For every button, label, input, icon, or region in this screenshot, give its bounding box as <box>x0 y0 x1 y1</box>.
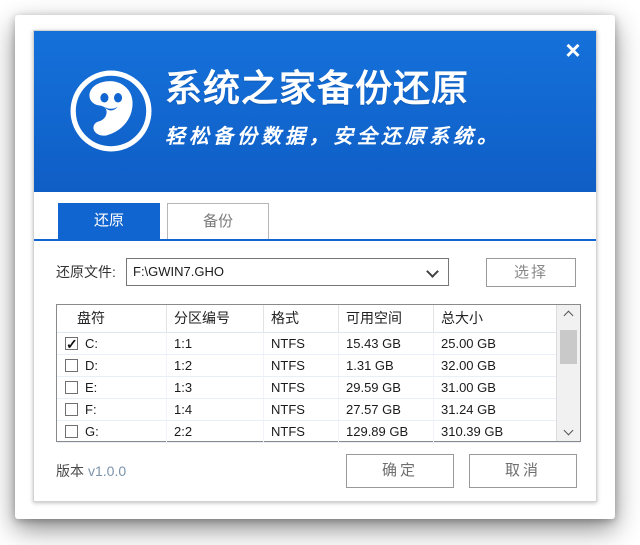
cell-free-space: 29.59 GB <box>339 377 434 398</box>
version-text: 版本v1.0.0 <box>56 454 126 488</box>
cell-drive: E: <box>85 377 97 398</box>
app-subtitle: 轻松备份数据，安全还原系统。 <box>165 120 501 149</box>
restore-file-combobox[interactable]: F:\GWIN7.GHO <box>126 258 449 286</box>
tab-underline <box>34 239 596 241</box>
row-checkbox[interactable] <box>65 381 78 394</box>
tab-backup[interactable]: 备份 <box>167 203 269 239</box>
cell-free-space: 129.89 GB <box>339 421 434 442</box>
cell-format: NTFS <box>264 355 339 376</box>
select-file-button[interactable]: 选择 <box>486 258 576 287</box>
footer-bar: 版本v1.0.0 确定 取消 <box>56 454 578 488</box>
partition-table: 盘符 分区编号 格式 可用空间 总大小 C: 1:1 NTFS 15.43 GB… <box>56 304 581 442</box>
ghost-logo-icon <box>67 67 155 155</box>
vertical-scrollbar[interactable] <box>556 305 580 441</box>
column-header-format: 格式 <box>264 305 339 332</box>
ok-button[interactable]: 确定 <box>346 454 454 488</box>
cell-total-size: 310.39 GB <box>434 421 556 442</box>
tab-restore[interactable]: 还原 <box>58 203 160 239</box>
row-checkbox[interactable] <box>65 425 78 438</box>
cell-drive: D: <box>85 355 98 376</box>
cancel-button[interactable]: 取消 <box>469 454 577 488</box>
cell-format: NTFS <box>264 399 339 420</box>
tab-bar: 还原 备份 <box>58 203 269 239</box>
cell-format: NTFS <box>264 377 339 398</box>
cell-free-space: 27.57 GB <box>339 399 434 420</box>
cell-total-size: 31.00 GB <box>434 377 556 398</box>
cell-partition: 1:3 <box>167 377 264 398</box>
column-header-partition: 分区编号 <box>167 305 264 332</box>
cell-free-space: 15.43 GB <box>339 333 434 354</box>
cell-format: NTFS <box>264 421 339 442</box>
table-row[interactable]: F: 1:4 NTFS 27.57 GB 31.24 GB <box>57 399 580 421</box>
row-checkbox[interactable] <box>65 337 78 350</box>
cell-partition: 1:1 <box>167 333 264 354</box>
app-title: 系统之家备份还原 <box>165 69 501 110</box>
version-number: v1.0.0 <box>88 463 126 479</box>
cell-drive: C: <box>85 333 98 354</box>
header-banner: × 系统之家备份还原 轻松备份数据，安全还原系统。 <box>34 31 596 192</box>
main-panel: × 系统之家备份还原 轻松备份数据，安全还原系统。 还原 备份 还原文件: F:… <box>33 30 597 502</box>
table-row[interactable]: E: 1:3 NTFS 29.59 GB 31.00 GB <box>57 377 580 399</box>
table-row[interactable]: G: 2:2 NTFS 129.89 GB 310.39 GB <box>57 421 580 443</box>
cell-partition: 1:4 <box>167 399 264 420</box>
close-button[interactable]: × <box>558 35 588 65</box>
cell-drive: G: <box>85 421 99 442</box>
chevron-up-icon <box>564 311 574 321</box>
app-window: × 系统之家备份还原 轻松备份数据，安全还原系统。 还原 备份 还原文件: F:… <box>15 15 615 519</box>
scroll-down-button[interactable] <box>557 423 580 441</box>
table-row[interactable]: C: 1:1 NTFS 15.43 GB 25.00 GB <box>57 333 580 355</box>
cell-partition: 1:2 <box>167 355 264 376</box>
chevron-down-icon[interactable] <box>426 265 439 278</box>
cell-total-size: 25.00 GB <box>434 333 556 354</box>
cell-format: NTFS <box>264 333 339 354</box>
cell-free-space: 1.31 GB <box>339 355 434 376</box>
cell-total-size: 31.24 GB <box>434 399 556 420</box>
row-checkbox[interactable] <box>65 403 78 416</box>
cell-drive: F: <box>85 399 97 420</box>
cell-total-size: 32.00 GB <box>434 355 556 376</box>
scroll-up-button[interactable] <box>557 305 580 323</box>
column-header-drive: 盘符 <box>57 305 167 332</box>
table-header: 盘符 分区编号 格式 可用空间 总大小 <box>57 305 580 333</box>
row-checkbox[interactable] <box>65 359 78 372</box>
restore-file-label: 还原文件: <box>56 258 116 286</box>
column-header-free: 可用空间 <box>339 305 434 332</box>
table-row[interactable]: D: 1:2 NTFS 1.31 GB 32.00 GB <box>57 355 580 377</box>
chevron-down-icon <box>564 426 574 436</box>
restore-file-row: 还原文件: F:\GWIN7.GHO 选择 <box>56 258 576 286</box>
scrollbar-thumb[interactable] <box>560 330 577 364</box>
cell-partition: 2:2 <box>167 421 264 442</box>
restore-file-value: F:\GWIN7.GHO <box>133 259 224 285</box>
column-header-total: 总大小 <box>434 305 556 332</box>
version-label: 版本 <box>56 463 84 479</box>
